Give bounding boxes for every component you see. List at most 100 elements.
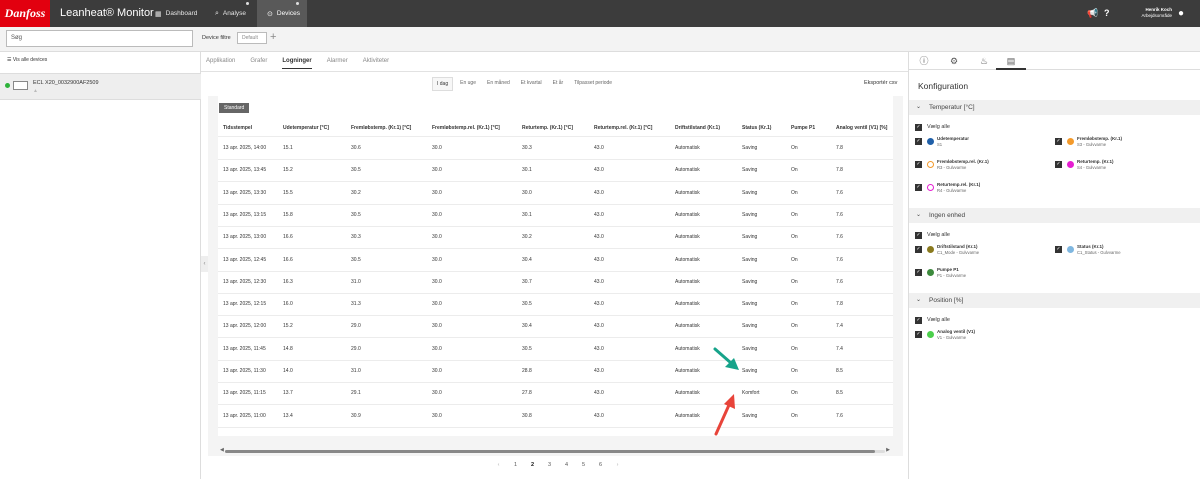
nav-analyse[interactable]: ⌕ Analyse — [205, 0, 257, 27]
info-icon[interactable]: ⓘ — [909, 52, 939, 70]
nav-devices[interactable]: ⊙ Devices — [257, 0, 307, 27]
tab-0[interactable]: Applikation — [206, 58, 235, 69]
table-row-divider — [218, 382, 893, 383]
danfoss-logo[interactable]: Danfoss — [0, 0, 50, 27]
table-cell: Saving — [742, 368, 758, 374]
column-header[interactable]: Driftstilstand (Kr.1) — [675, 125, 720, 131]
tab-1[interactable]: Grafer — [250, 58, 267, 69]
tab-3[interactable]: Alarmer — [327, 58, 348, 69]
period-0[interactable]: I dag — [432, 77, 454, 91]
series-name: Fremløbstemp.rel. (Kr.1) — [937, 159, 989, 164]
table-cell: Saving — [742, 301, 758, 308]
column-header[interactable]: Udetemperatur [°C] — [283, 125, 329, 131]
column-header[interactable]: Fremløbstemp.rel. (Kr.1) [°C] — [432, 125, 500, 131]
period-4[interactable]: Et år — [549, 77, 568, 91]
config-section-header[interactable]: ⌄ Ingen enhed — [909, 208, 1200, 223]
device-item[interactable]: ECL X20_0032900AF2509 ▲ — [0, 73, 201, 100]
period-1[interactable]: En uge — [456, 77, 480, 91]
column-header[interactable]: Status (Kr.1) — [742, 125, 771, 131]
column-header[interactable]: Pumpe P1 — [791, 125, 815, 131]
device-filter-select[interactable]: Default — [237, 32, 267, 44]
scroll-thumb[interactable] — [225, 450, 875, 453]
series-sub: R4 - Gulvvarme — [937, 188, 967, 193]
lock-icon — [296, 2, 299, 5]
period-3[interactable]: Et kvartal — [517, 77, 546, 91]
series-checkbox[interactable]: ✓ — [915, 138, 922, 145]
table-cell: 30.2 — [522, 234, 532, 241]
table-cell: Automatisk — [675, 145, 700, 151]
next-page-icon[interactable]: › — [609, 462, 626, 468]
table-cell: Saving — [742, 345, 758, 352]
collapse-panel-button[interactable]: ‹ — [201, 256, 208, 272]
table-cell: 30.2 — [351, 189, 361, 196]
column-header[interactable]: Fremløbstemp. (Kr.1) [°C] — [351, 125, 411, 131]
series-checkbox[interactable]: ✓ — [915, 161, 922, 168]
tab-4[interactable]: Aktiviteter — [363, 58, 389, 69]
table-cell: On — [791, 412, 798, 419]
series-checkbox[interactable]: ✓ — [915, 331, 922, 338]
column-header[interactable]: Returtemp.rel. (Kr.1) [°C] — [594, 125, 652, 131]
table-cell: On — [791, 256, 798, 263]
config-tabs: ⓘ ⚙ ♨ ▤ — [909, 52, 1200, 70]
add-filter-icon[interactable]: + — [270, 31, 276, 43]
series-checkbox[interactable]: ✓ — [1055, 138, 1062, 145]
table-cell: Automatisk — [675, 167, 700, 174]
table-cell: 43.0 — [594, 256, 604, 263]
column-header[interactable]: Returtemp. (Kr.1) [°C] — [522, 125, 573, 131]
standard-badge[interactable]: Standard — [219, 103, 250, 113]
table-cell: 7.4 — [836, 345, 843, 352]
table-container — [208, 96, 903, 456]
page-link[interactable]: 5 — [575, 462, 592, 468]
table-cell: 16.3 — [283, 278, 293, 285]
select-all-checkbox[interactable]: ✓ — [915, 317, 922, 324]
table-cell: 7.6 — [836, 278, 843, 285]
export-csv-button[interactable]: Eksportér csv — [864, 80, 897, 86]
series-name: Status (Kr.1) — [1077, 244, 1104, 249]
megaphone-icon[interactable]: 📢 — [1087, 8, 1098, 19]
table-icon[interactable]: ▤ — [996, 52, 1026, 70]
thermometer-icon[interactable]: ♨ — [969, 52, 999, 70]
table-row-divider — [218, 225, 893, 227]
nav-dashboard[interactable]: ▦ Dashboard — [145, 0, 205, 27]
help-icon[interactable]: ? — [1104, 8, 1110, 18]
series-color-dot — [927, 184, 934, 191]
gear-icon[interactable]: ⚙ — [939, 52, 969, 70]
prev-page-icon[interactable]: ‹ — [490, 462, 507, 468]
table-cell: 15.2 — [283, 167, 293, 174]
page-link[interactable]: 6 — [592, 462, 609, 468]
table-cell: 30.0 — [432, 323, 442, 330]
page-link[interactable]: 3 — [541, 462, 558, 468]
select-all-checkbox[interactable]: ✓ — [915, 232, 922, 239]
table-row-divider — [218, 404, 893, 406]
series-checkbox[interactable]: ✓ — [1055, 246, 1062, 253]
select-all-label: Vælg alle — [927, 124, 950, 130]
table-row-divider — [218, 315, 893, 317]
table-row-divider — [218, 337, 893, 339]
page-link[interactable]: 1 — [507, 462, 524, 468]
scroll-left-icon[interactable]: ◀ — [220, 447, 224, 453]
series-checkbox[interactable]: ✓ — [1055, 161, 1062, 168]
tab-2[interactable]: Logninger — [282, 58, 312, 69]
scroll-right-icon[interactable]: ▶ — [886, 447, 890, 453]
period-5[interactable]: Tilpasset periode — [570, 77, 616, 91]
series-checkbox[interactable]: ✓ — [915, 184, 922, 191]
series-checkbox[interactable]: ✓ — [915, 246, 922, 253]
table-cell: Saving — [742, 234, 758, 241]
page-link[interactable]: 2 — [524, 462, 541, 468]
column-header[interactable]: Tidsstempel — [223, 125, 252, 131]
column-header[interactable]: Analog ventil (V1) [%] — [836, 125, 887, 131]
period-2[interactable]: En måned — [483, 77, 514, 91]
search-input[interactable]: Søg — [6, 30, 193, 47]
table-cell: Automatisk — [675, 345, 700, 352]
series-checkbox[interactable]: ✓ — [915, 269, 922, 276]
table-cell: 43.0 — [594, 301, 604, 308]
horizontal-scrollbar[interactable]: ◀ ▶ — [220, 447, 890, 454]
config-section-header[interactable]: ⌄ Temperatur [°C] — [909, 100, 1200, 115]
page-link[interactable]: 4 — [558, 462, 575, 468]
user-icon[interactable]: ● — [1178, 8, 1184, 19]
series-color-dot — [927, 161, 934, 168]
user-info[interactable]: Henrik Koch Arbejdsområde — [1141, 7, 1172, 19]
select-all-checkbox[interactable]: ✓ — [915, 124, 922, 131]
config-section-header[interactable]: ⌄ Position [%] — [909, 293, 1200, 308]
show-all-devices[interactable]: ☰ Vis alle devices — [7, 57, 47, 63]
